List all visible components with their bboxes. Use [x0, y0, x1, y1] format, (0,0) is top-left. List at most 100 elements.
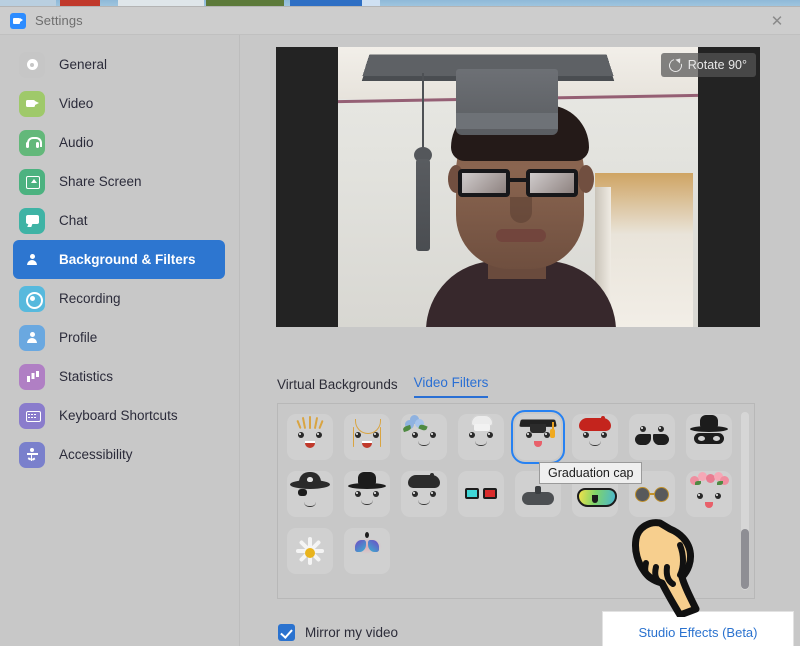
- video-preview: Rotate 90°: [276, 47, 760, 327]
- filter-tile-blue-flowers[interactable]: [401, 414, 447, 460]
- eye-mask-icon: [694, 433, 724, 444]
- ski-goggles-filter-icon: [577, 488, 613, 503]
- sidebar-item-label: Statistics: [59, 369, 113, 384]
- chat-bubble-icon: [19, 208, 45, 234]
- filter-tile-black-beret[interactable]: [401, 471, 447, 517]
- sidebar-item-recording[interactable]: Recording: [13, 279, 225, 318]
- sidebar-item-label: Chat: [59, 213, 88, 228]
- studio-effects-link[interactable]: Studio Effects (Beta): [639, 625, 758, 640]
- sidebar-item-background-and-filters[interactable]: Background & Filters: [13, 240, 225, 279]
- profile-person-icon: [19, 325, 45, 351]
- mirror-my-video-row[interactable]: Mirror my video: [278, 624, 398, 641]
- hat-mask-filter-icon: [690, 415, 728, 432]
- filter-face: [581, 432, 609, 452]
- filter-tile-necklace[interactable]: [344, 414, 390, 460]
- keyboard-icon: [19, 403, 45, 429]
- graduation-cap-band: [456, 113, 558, 129]
- glasses-lens: [458, 169, 510, 197]
- red-beret-filter-icon: [579, 416, 611, 431]
- filter-tile-graduation-cap[interactable]: [515, 414, 561, 460]
- sidebar-item-label: Video: [59, 96, 93, 111]
- fedora-filter-icon: [348, 472, 386, 489]
- bar-chart-icon: [19, 364, 45, 390]
- rotate-ccw-icon: [668, 58, 682, 72]
- daisy-filter-icon: [294, 537, 326, 567]
- sidebar-item-keyboard-shortcuts[interactable]: Keyboard Shortcuts: [13, 396, 225, 435]
- tab-virtual-backgrounds[interactable]: Virtual Backgrounds: [277, 377, 398, 398]
- close-icon[interactable]: ✕: [754, 7, 800, 35]
- filter-tabs: Virtual Backgrounds Video Filters: [277, 375, 488, 398]
- filter-face: [467, 432, 495, 452]
- filter-tile-crown[interactable]: [287, 414, 333, 460]
- sidebar-item-label: Profile: [59, 330, 97, 345]
- tab-video-filters[interactable]: Video Filters: [414, 375, 489, 398]
- filter-tile-butterfly[interactable]: [344, 528, 390, 574]
- person-nose: [510, 197, 532, 223]
- filter-row: [287, 414, 732, 460]
- filter-tile-3d-glasses[interactable]: [458, 471, 504, 517]
- person-glasses: [452, 169, 588, 199]
- mirror-my-video-checkbox[interactable]: [278, 624, 295, 641]
- filter-face: [353, 432, 381, 452]
- crown-filter-icon: [297, 416, 323, 429]
- sidebar-item-share-screen[interactable]: Share Screen: [13, 162, 225, 201]
- gear-icon: [19, 52, 45, 78]
- sidebar-item-accessibility[interactable]: Accessibility: [13, 435, 225, 474]
- filter-tile-fedora[interactable]: [344, 471, 390, 517]
- filters-scrollbar-thumb[interactable]: [741, 529, 749, 589]
- video-camera-icon: [19, 91, 45, 117]
- title-bar[interactable]: Settings ✕: [0, 7, 800, 35]
- glasses-lens: [526, 169, 578, 197]
- filter-tile-red-beret[interactable]: [572, 414, 618, 460]
- share-screen-icon: [19, 169, 45, 195]
- filters-scrollbar[interactable]: [741, 412, 749, 590]
- person-mouth: [496, 229, 546, 242]
- blue-flowers-filter-icon: [405, 415, 427, 432]
- sidebar-item-audio[interactable]: Audio: [13, 123, 225, 162]
- sidebar-item-video[interactable]: Video: [13, 84, 225, 123]
- filter-face: [353, 491, 381, 511]
- sidebar-item-profile[interactable]: Profile: [13, 318, 225, 357]
- window-title: Settings: [35, 13, 83, 28]
- sidebar-item-label: General: [59, 57, 107, 72]
- sidebar-item-label: Keyboard Shortcuts: [59, 408, 178, 423]
- filter-face: [524, 432, 552, 452]
- rotate-button-label: Rotate 90°: [688, 58, 747, 72]
- filter-row: [287, 528, 390, 574]
- webcam-video-stage: [338, 47, 698, 327]
- filter-face: [296, 493, 324, 513]
- graduation-cap-tassel: [416, 159, 430, 251]
- filter-tile-hat-mask[interactable]: [686, 414, 732, 460]
- sidebar-item-chat[interactable]: Chat: [13, 201, 225, 240]
- flower-crown-filter-icon: [690, 472, 728, 487]
- sidebar-item-label: Background & Filters: [59, 252, 196, 267]
- rotate-90-button[interactable]: Rotate 90°: [661, 53, 756, 77]
- vr-headset-filter-icon: [522, 489, 554, 505]
- person-card-icon: [19, 247, 45, 273]
- pirate-hat-filter-icon: [290, 472, 330, 490]
- mirror-my-video-label: Mirror my video: [305, 625, 398, 640]
- zoom-camera-icon: [10, 13, 26, 29]
- graduation-cap-tassel-cord: [422, 73, 424, 153]
- record-circle-icon: [19, 286, 45, 312]
- sidebar-item-general[interactable]: General: [13, 45, 225, 84]
- black-beret-filter-icon: [408, 473, 440, 488]
- filter-tile-chef-hat[interactable]: [458, 414, 504, 460]
- mustache-filter-icon: [635, 434, 669, 445]
- pointing-hand-cursor: [622, 505, 720, 617]
- filter-tile-pirate-hat[interactable]: [287, 471, 333, 517]
- sidebar-item-label: Accessibility: [59, 447, 133, 462]
- headphones-icon: [19, 130, 45, 156]
- filter-face: [410, 432, 438, 452]
- sidebar-item-statistics[interactable]: Statistics: [13, 357, 225, 396]
- settings-window: Settings ✕ General Video Audio Share Scr…: [0, 6, 800, 646]
- sidebar-item-label: Share Screen: [59, 174, 142, 189]
- filter-tile-mustache[interactable]: [629, 414, 675, 460]
- filter-face: [410, 491, 438, 511]
- filter-tooltip: Graduation cap: [539, 462, 642, 484]
- 3d-glasses-filter-icon: [465, 488, 497, 502]
- butterfly-filter-icon: [355, 532, 379, 554]
- sidebar-item-label: Recording: [59, 291, 121, 306]
- filter-face: [296, 432, 324, 452]
- filter-tile-daisy[interactable]: [287, 528, 333, 574]
